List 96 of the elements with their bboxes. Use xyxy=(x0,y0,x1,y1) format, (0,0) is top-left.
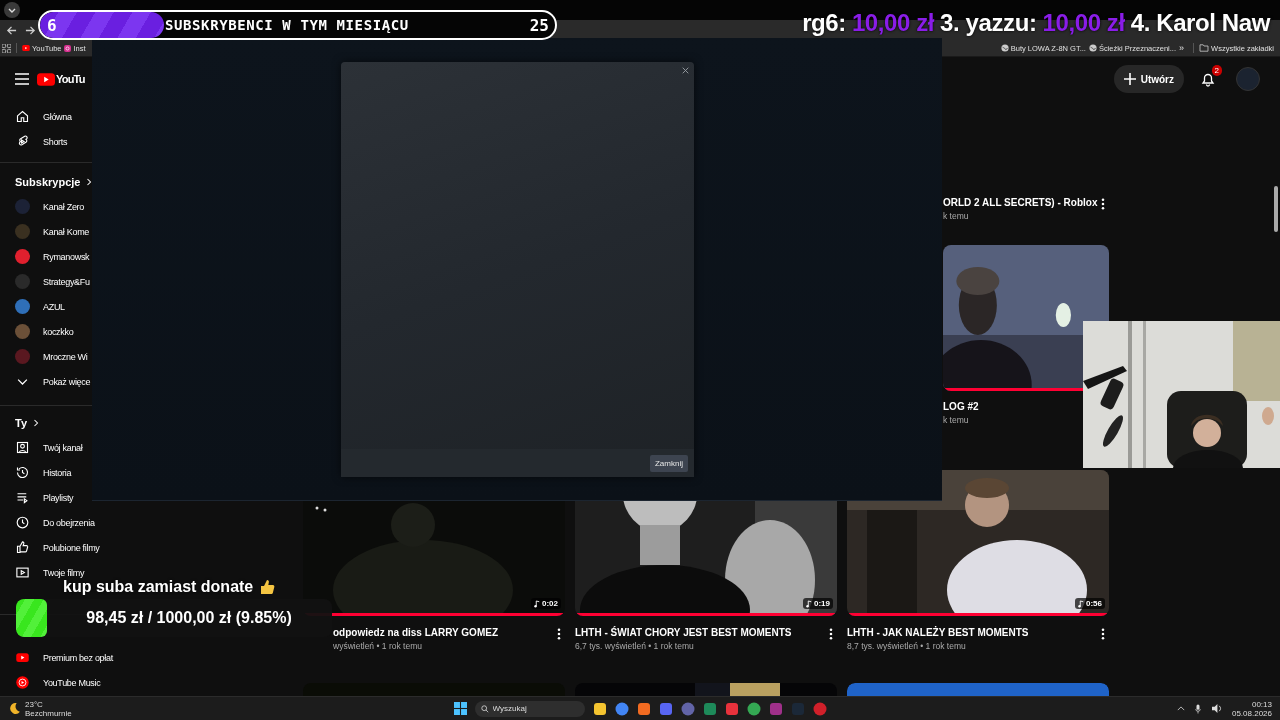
music-icon xyxy=(15,675,30,690)
thumbs-up-icon xyxy=(259,579,276,595)
scrollbar[interactable] xyxy=(1274,186,1278,232)
globe-icon xyxy=(1000,44,1009,52)
apps-icon[interactable] xyxy=(2,43,11,53)
goal-title: kup suba zamiast donate xyxy=(63,578,254,596)
goal-target: 25 xyxy=(529,15,550,35)
chevron-icon xyxy=(86,177,93,186)
taskbar-app-icon[interactable] xyxy=(614,701,629,716)
video-meta: 8,7 tys. wyświetleń • 1 rok temu xyxy=(847,640,966,653)
donor-name: 4. Karol Naw xyxy=(1130,9,1270,37)
create-button[interactable]: Utwórz xyxy=(1113,65,1184,93)
play-logo-icon[interactable] xyxy=(37,72,55,86)
channel-item[interactable]: koczkko xyxy=(0,319,74,344)
goal-current: 6 xyxy=(46,15,58,35)
sidebar-item[interactable]: Shorts xyxy=(0,129,68,154)
video-title[interactable]: LOG #2 xyxy=(943,400,979,414)
close-icon[interactable] xyxy=(682,67,689,74)
play-logo-icon xyxy=(15,650,30,665)
duration-badge: 0:56 xyxy=(1075,598,1105,609)
duration-badge: 0:02 xyxy=(531,598,561,609)
section-heading[interactable]: Ty xyxy=(0,410,40,435)
more-icon[interactable] xyxy=(1101,198,1105,210)
sidebar-item[interactable]: Do obejrzenia xyxy=(0,510,95,535)
video-meta: k temu xyxy=(943,210,969,223)
channel-item[interactable]: Kanał Kome xyxy=(0,219,90,244)
moon-icon[interactable] xyxy=(8,702,21,715)
history-icon xyxy=(15,465,30,480)
video-title[interactable]: odpowiedz na diss LARRY GOMEZ xyxy=(333,626,498,640)
donor-name: 3. yazzu: xyxy=(940,9,1037,37)
more-bookmarks[interactable]: » xyxy=(1179,43,1185,53)
folder-icon xyxy=(1199,44,1210,52)
menu-icon[interactable] xyxy=(15,73,29,85)
sidebar-item[interactable]: Premium bez opłat xyxy=(0,645,113,670)
chevron-icon xyxy=(33,418,40,427)
channel-item[interactable]: AZUL xyxy=(0,294,65,319)
channel-item[interactable]: Mroczne Wi xyxy=(0,344,88,369)
more-icon[interactable] xyxy=(557,628,561,640)
channel-item[interactable]: Kanał Zero xyxy=(0,194,85,219)
camera-logo-icon xyxy=(64,44,72,52)
search-field[interactable]: Wyszukaj xyxy=(474,700,585,717)
sidebar-item[interactable]: Główna xyxy=(0,104,72,129)
speaker-icon[interactable] xyxy=(1210,704,1222,713)
clock-date[interactable]: 05.08.2026 xyxy=(1231,708,1272,718)
video-title[interactable]: LHTH - ŚWIAT CHORY JEST BEST MOMENTS xyxy=(575,626,792,640)
play-logo-icon xyxy=(22,45,30,51)
close-button[interactable]: Zamknij xyxy=(650,454,688,472)
section-heading[interactable]: Subskrypcje xyxy=(0,169,93,194)
bell-icon[interactable] xyxy=(1200,71,1216,87)
clock-icon xyxy=(15,515,30,530)
duration-badge: 0:19 xyxy=(803,598,833,609)
donation-amount: 10,00 zł xyxy=(851,9,935,37)
channel-item[interactable]: Rymanowsk xyxy=(0,244,90,269)
video-meta: k temu xyxy=(943,414,969,427)
thumbs-up-icon xyxy=(15,540,30,555)
plus-icon xyxy=(1123,73,1136,85)
forward-icon[interactable] xyxy=(25,24,36,36)
video-title[interactable]: LHTH - JAK NALEŻY BEST MOMENTS xyxy=(847,626,1029,640)
taskbar-app-icon[interactable] xyxy=(746,701,761,716)
taskbar-app-icon[interactable] xyxy=(636,701,651,716)
list-icon xyxy=(15,490,30,505)
video-title[interactable]: ORLD 2 ALL SECRETS) - Roblox xyxy=(943,196,1098,210)
tab-list-icon[interactable] xyxy=(4,2,20,18)
video-meta: wyświetleń • 1 rok temu xyxy=(333,640,422,653)
video-meta: 6,7 tys. wyświetleń • 1 rok temu xyxy=(575,640,694,653)
back-icon[interactable] xyxy=(6,24,17,36)
more-icon[interactable] xyxy=(829,628,833,640)
sidebar-item[interactable]: Twój kanał xyxy=(0,435,83,460)
play-square-icon xyxy=(15,565,30,580)
temperature: 23°C xyxy=(25,699,44,709)
logo-text[interactable]: YouTu xyxy=(56,73,85,85)
notification-badge: 2 xyxy=(1211,65,1222,76)
microphone-icon[interactable] xyxy=(1194,703,1201,714)
music-note-icon xyxy=(806,599,812,608)
sidebar-item[interactable]: YouTube Music xyxy=(0,670,101,695)
user-square-icon xyxy=(15,440,30,455)
goal-progress: 98,45 zł / 1000,00 zł (9.85%) xyxy=(85,609,292,627)
sidebar-item[interactable]: Polubione filmy xyxy=(0,535,100,560)
music-note-icon xyxy=(1078,599,1084,608)
chevron-up-icon[interactable] xyxy=(1176,706,1185,711)
globe-icon xyxy=(1088,44,1097,52)
show-more[interactable]: Pokaż więce xyxy=(0,369,91,394)
donation-amount: 10,00 zł xyxy=(1042,9,1125,37)
home-icon xyxy=(15,109,30,124)
channel-item[interactable]: Strategy&Fu xyxy=(0,269,90,294)
sidebar-item[interactable]: Playlisty xyxy=(0,485,74,510)
windows-logo-icon[interactable] xyxy=(453,702,467,715)
clock-time[interactable]: 00:13 xyxy=(1251,699,1272,709)
music-note-icon xyxy=(534,599,540,608)
weather-text: Bezchmurnie xyxy=(25,708,72,718)
goal-label: SUBSKRYBENCI W TYM MIESIĄCU xyxy=(165,17,410,33)
sidebar-item[interactable]: Historia xyxy=(0,460,72,485)
more-icon[interactable] xyxy=(1101,628,1105,640)
taskbar-app-icon[interactable] xyxy=(592,701,607,716)
donor-name: rg6: xyxy=(802,9,846,37)
search-icon xyxy=(480,704,489,713)
